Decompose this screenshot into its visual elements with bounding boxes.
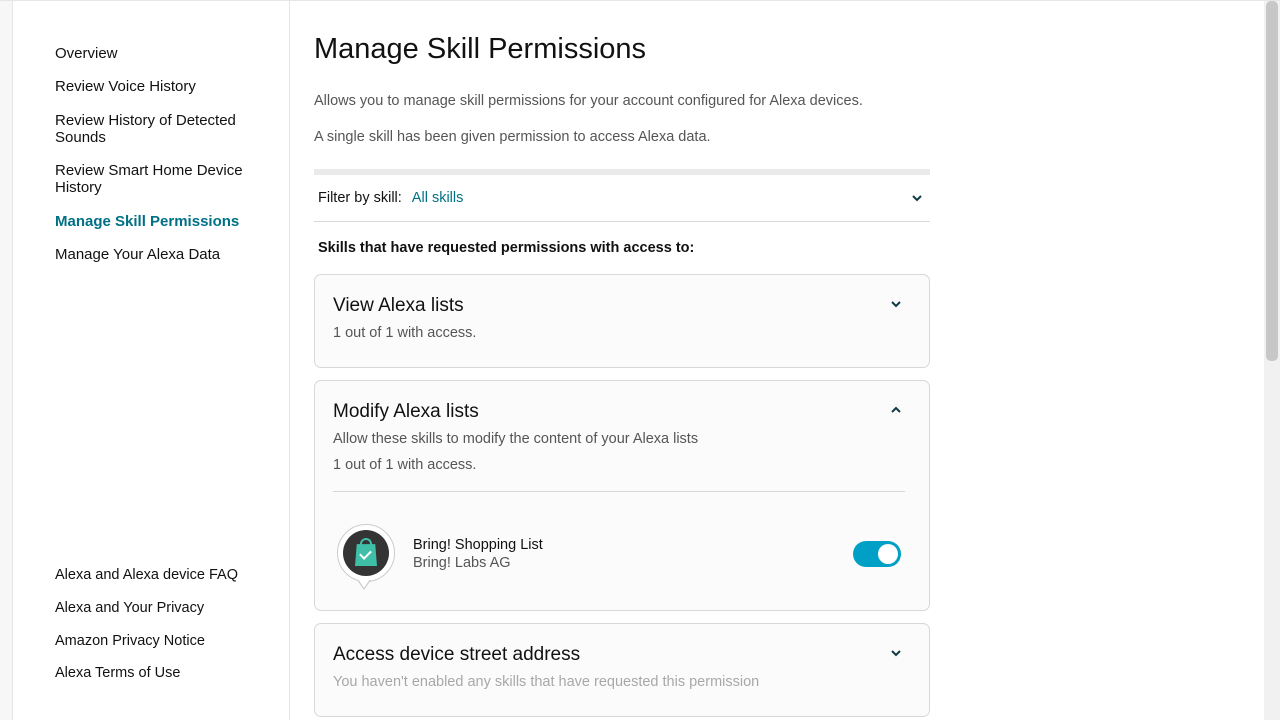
chevron-down-icon bbox=[887, 295, 905, 313]
sidebar-item-overview[interactable]: Overview bbox=[13, 37, 289, 70]
sidebar-footer-terms[interactable]: Alexa Terms of Use bbox=[13, 657, 289, 690]
card-street-address: Access device street address You haven't… bbox=[314, 623, 930, 717]
chevron-down-icon bbox=[887, 644, 905, 662]
card-title: Access device street address bbox=[333, 644, 759, 666]
skill-toggle[interactable] bbox=[853, 541, 901, 567]
sidebar-nav: Overview Review Voice History Review His… bbox=[13, 37, 289, 271]
card-title: Modify Alexa lists bbox=[333, 401, 887, 423]
chevron-up-icon bbox=[887, 401, 905, 419]
card-count: 1 out of 1 with access. bbox=[333, 457, 887, 473]
scrollbar-thumb[interactable] bbox=[1266, 1, 1278, 361]
card-view-alexa-lists: View Alexa lists 1 out of 1 with access. bbox=[314, 274, 930, 368]
intro-text-a: Allows you to manage skill permissions f… bbox=[314, 92, 930, 112]
sidebar-footer-privacy[interactable]: Alexa and Your Privacy bbox=[13, 592, 289, 625]
sidebar-footer-faq[interactable]: Alexa and Alexa device FAQ bbox=[13, 559, 289, 592]
section-label: Skills that have requested permissions w… bbox=[318, 240, 930, 256]
sidebar-item-detected-sounds[interactable]: Review History of Detected Sounds bbox=[13, 104, 289, 155]
skill-list: Bring! Shopping List Bring! Labs AG bbox=[333, 491, 905, 584]
skill-developer: Bring! Labs AG bbox=[413, 555, 837, 571]
filter-value: All skills bbox=[412, 190, 464, 206]
intro-text-b: A single skill has been given permission… bbox=[314, 128, 930, 148]
sidebar-item-manage-permissions[interactable]: Manage Skill Permissions bbox=[13, 205, 289, 238]
skill-icon bbox=[337, 524, 397, 584]
sidebar-footer: Alexa and Alexa device FAQ Alexa and You… bbox=[13, 559, 289, 696]
card-header-modify-lists[interactable]: Modify Alexa lists Allow these skills to… bbox=[333, 401, 905, 473]
card-count: 1 out of 1 with access. bbox=[333, 325, 476, 341]
sidebar-footer-privacy-notice[interactable]: Amazon Privacy Notice bbox=[13, 625, 289, 658]
card-title: View Alexa lists bbox=[333, 295, 476, 317]
filter-by-skill[interactable]: Filter by skill: All skills bbox=[314, 169, 930, 222]
main-content: Manage Skill Permissions Allows you to m… bbox=[314, 33, 930, 717]
page-title: Manage Skill Permissions bbox=[314, 33, 930, 66]
left-gutter bbox=[0, 1, 12, 720]
card-modify-alexa-lists: Modify Alexa lists Allow these skills to… bbox=[314, 380, 930, 611]
sidebar-item-manage-data[interactable]: Manage Your Alexa Data bbox=[13, 238, 289, 271]
scrollbar-track[interactable] bbox=[1264, 1, 1280, 720]
filter-label: Filter by skill: bbox=[318, 190, 402, 206]
main-scroll[interactable]: Manage Skill Permissions Allows you to m… bbox=[290, 1, 1264, 720]
skill-name: Bring! Shopping List bbox=[413, 537, 837, 553]
card-desc: Allow these skills to modify the content… bbox=[333, 431, 887, 447]
card-header-street-address[interactable]: Access device street address You haven't… bbox=[333, 644, 905, 690]
skill-row: Bring! Shopping List Bring! Labs AG bbox=[333, 524, 905, 584]
sidebar-item-smart-home-history[interactable]: Review Smart Home Device History bbox=[13, 154, 289, 205]
card-desc: You haven't enabled any skills that have… bbox=[333, 674, 759, 690]
sidebar: Overview Review Voice History Review His… bbox=[12, 1, 290, 720]
chevron-down-icon bbox=[908, 189, 926, 207]
sidebar-item-voice-history[interactable]: Review Voice History bbox=[13, 70, 289, 103]
card-header-view-lists[interactable]: View Alexa lists 1 out of 1 with access. bbox=[333, 295, 905, 341]
